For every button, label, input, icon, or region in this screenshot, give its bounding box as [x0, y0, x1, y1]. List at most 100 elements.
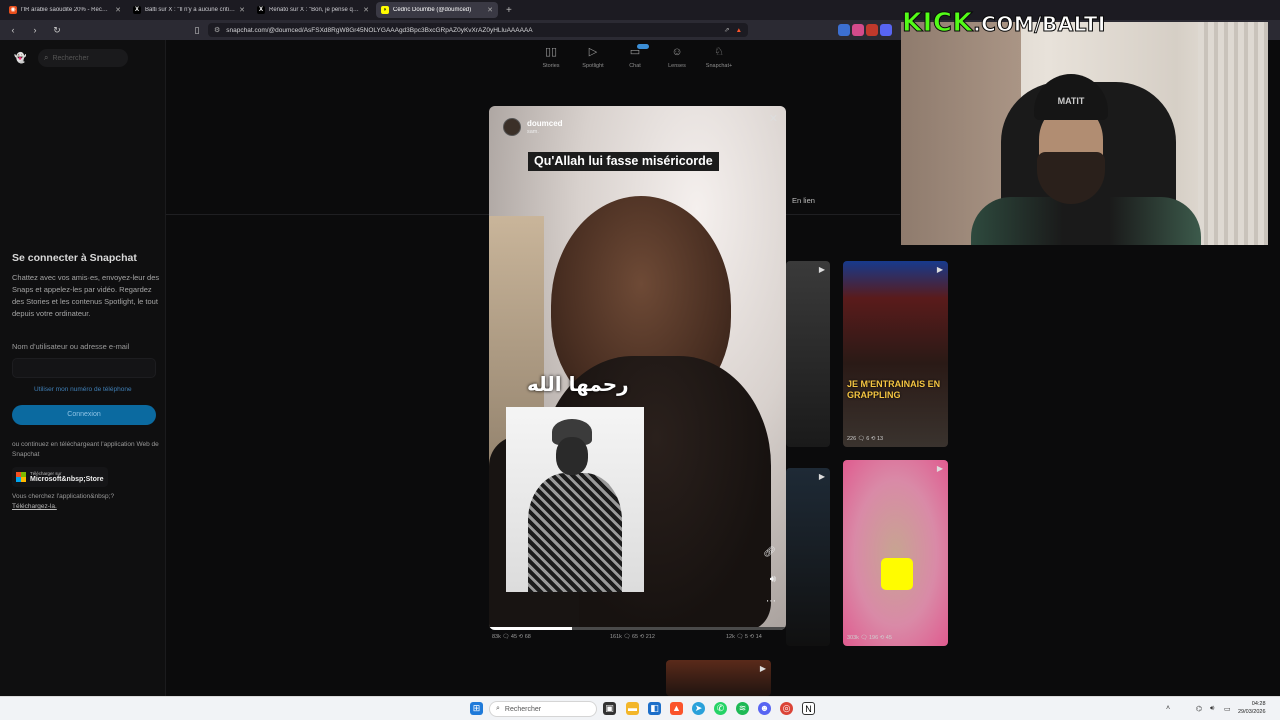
avatar[interactable] [503, 118, 521, 136]
nav-lenses[interactable]: ☺ Lenses [666, 46, 688, 69]
extension-icon[interactable] [852, 24, 864, 36]
snap-progress-bar[interactable] [489, 627, 786, 630]
use-phone-link[interactable]: Utiliser mon numéro de téléphone [34, 386, 132, 393]
streamer-webcam: MATIT [901, 22, 1268, 245]
spotlight-tile[interactable]: ▶ [786, 261, 830, 447]
tab-title: l'IR arabie saoudite 20% - Recherche [21, 7, 112, 13]
nav-stories[interactable]: ▯▯ Stories [540, 46, 562, 69]
tile-overlay-text: JE M'ENTRAINAIS EN GRAPPLING [847, 379, 941, 400]
chrome-icon[interactable]: ◎ [780, 702, 793, 715]
nav-spotlight[interactable]: ▷ Spotlight [582, 46, 604, 69]
brave-shield-icon[interactable]: ▲ [736, 27, 742, 34]
volume-tray-icon[interactable]: 🔊︎ [1210, 705, 1214, 713]
extension-icon[interactable] [880, 24, 892, 36]
brave-browser-icon[interactable]: ▲ [670, 702, 683, 715]
store-app-icon[interactable]: ◧ [648, 702, 661, 715]
tab-close-icon[interactable]: ✕ [115, 6, 121, 14]
looking-for-app-text: Vous cherchez l'application&nbsp;? Téléc… [12, 493, 115, 510]
close-icon[interactable]: ✕ [769, 112, 778, 125]
task-view-icon[interactable]: ▣ [603, 702, 616, 715]
tab-en-lien[interactable]: En lien [792, 196, 815, 205]
tab-close-icon[interactable]: ✕ [363, 6, 369, 14]
username-field[interactable] [12, 358, 156, 378]
snapchat-ghost-icon[interactable]: 👻 [14, 53, 26, 65]
windows-taskbar: ⊞ ⌕ Rechercher ▣ ▬ ◧ ▲ ➤ ✆ ≋ ☻ ◎ N ˄ ⌬ 🔊… [0, 696, 1280, 720]
nav-snapchat-plus[interactable]: ♘ Snapchat+ [706, 46, 732, 69]
tab-close-icon[interactable]: ✕ [239, 6, 245, 14]
spotlight-tile[interactable]: ▶ [786, 468, 830, 646]
play-icon: ▶ [818, 472, 825, 481]
chat-badge [637, 44, 649, 49]
snapcode-icon [881, 558, 913, 590]
telegram-icon[interactable]: ➤ [692, 702, 705, 715]
forward-icon[interactable]: › [30, 25, 40, 35]
x-logo-icon: X [133, 6, 141, 14]
x-logo-icon: X [257, 6, 265, 14]
snap-username[interactable]: doumced [527, 119, 563, 128]
download-app-text: ou continuez en téléchargeant l'applicat… [12, 441, 159, 458]
notion-icon[interactable]: N [802, 702, 815, 715]
snap-progress-fill [489, 627, 573, 630]
memorial-photo [506, 407, 644, 592]
tile-stats: 12k 🗨 5 ⟲ 14 [726, 634, 762, 640]
nav-chat[interactable]: ▭ Chat [624, 44, 649, 69]
browser-tab-active[interactable]: ◗ Cédric Doumbé (@doumced) ✕ [376, 2, 498, 18]
address-bar[interactable]: ⚙ snapchat.com/@doumced/AsFSXd8RgW8Gr45N… [208, 23, 748, 37]
tab-close-icon[interactable]: ✕ [487, 6, 493, 14]
battery-icon[interactable]: ▭ [1224, 705, 1231, 713]
link-icon[interactable]: 🔗︎ [763, 547, 776, 558]
site-info-icon[interactable]: ⚙ [214, 26, 220, 34]
download-link[interactable]: Téléchargez-la. [12, 503, 57, 510]
search-input[interactable]: ⌕ Rechercher [38, 49, 128, 67]
spotlight-tile[interactable]: ▶ [666, 660, 771, 696]
kick-logo-text: KICK [901, 8, 974, 39]
spotlight-tile[interactable]: ▶ JE M'ENTRAINAIS EN GRAPPLING 226 🗨 6 ⟲… [843, 261, 948, 447]
extension-icon[interactable] [866, 24, 878, 36]
microsoft-store-button[interactable]: Télécharger sur Microsoft&nbsp;Store [12, 467, 108, 487]
extension-icon[interactable] [838, 24, 850, 36]
more-options-icon[interactable]: ⋯ [766, 596, 776, 607]
spotlight-tile[interactable]: ▶ 303k 🗨 196 ⟲ 45 [843, 460, 948, 646]
curtain [1198, 22, 1268, 245]
login-button[interactable]: Connexion [12, 405, 156, 425]
tile-stats: 226 🗨 6 ⟲ 13 [847, 436, 884, 442]
login-title: Se connecter à Snapchat [12, 252, 137, 264]
browser-tab[interactable]: X Renato sur X : "Bon, je pense que l'e.… [252, 2, 374, 18]
snap-timestamp: sam. [527, 129, 539, 135]
play-icon: ▶ [936, 265, 943, 274]
volume-icon[interactable]: 🔊︎ [770, 574, 776, 585]
bookmark-icon[interactable]: ▯ [192, 25, 202, 36]
tray-chevron-icon[interactable]: ˄ [1166, 705, 1170, 712]
tab-title: Balti sur X : "Il n'y a aucune critique.… [145, 7, 235, 13]
snap-author[interactable]: doumced sam. [503, 118, 563, 136]
login-sidebar: 👻 ⌕ Rechercher Se connecter à Snapchat C… [0, 40, 166, 696]
snap-viewer-modal[interactable]: doumced sam. ✕ Qu'Allah lui fasse miséri… [489, 106, 786, 630]
kick-channel-banner: KICK.COM/BALTI [901, 8, 1106, 39]
tab-title: Cédric Doumbé (@doumced) [393, 7, 472, 13]
snap-arabic-text: رحمها الله [527, 372, 629, 396]
search-icon: ⌕ [496, 705, 500, 712]
windows-start-icon[interactable]: ⊞ [470, 702, 483, 715]
discord-icon[interactable]: ☻ [758, 702, 771, 715]
taskbar-search-placeholder: Rechercher [504, 705, 542, 713]
whatsapp-icon[interactable]: ✆ [714, 702, 727, 715]
play-icon: ▶ [936, 464, 943, 473]
browser-tab[interactable]: X Balti sur X : "Il n'y a aucune critiqu… [128, 2, 250, 18]
taskbar-search[interactable]: ⌕ Rechercher [489, 701, 597, 717]
play-icon: ▶ [759, 664, 766, 673]
browser-tab[interactable]: ◉ l'IR arabie saoudite 20% - Recherche ✕ [4, 2, 126, 18]
file-explorer-icon[interactable]: ▬ [626, 702, 639, 715]
system-clock[interactable]: 04:28 29/03/2026 [1238, 700, 1266, 716]
tile-stats: 303k 🗨 196 ⟲ 45 [847, 635, 892, 641]
kick-channel-text: .COM/BALTI [973, 12, 1106, 37]
reload-icon[interactable]: ↻ [52, 25, 62, 36]
tab-favicon-icon: ◉ [9, 6, 17, 14]
stories-icon: ▯▯ [544, 46, 558, 58]
new-tab-icon[interactable]: + [506, 5, 512, 16]
spotlight-icon: ▷ [588, 46, 598, 58]
back-icon[interactable]: ‹ [8, 25, 18, 35]
spotify-icon[interactable]: ≋ [736, 702, 749, 715]
snap-caption: Qu'Allah lui fasse miséricorde [528, 152, 719, 171]
network-icon[interactable]: ⌬ [1196, 705, 1202, 713]
share-icon[interactable]: ⇗ [724, 26, 729, 34]
